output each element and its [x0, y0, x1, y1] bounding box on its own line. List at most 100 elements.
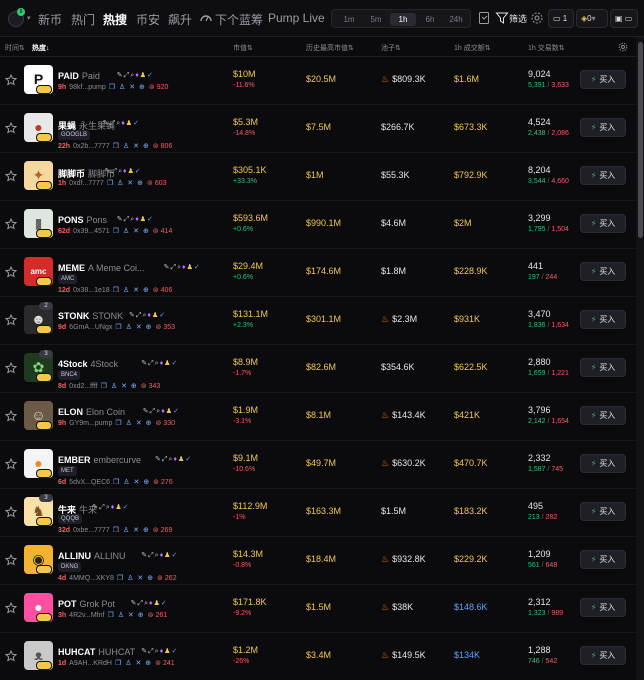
social-icons[interactable]: ❐ ♙ ✕ ⊕ ⊚ — [115, 324, 162, 331]
token-tool-icons[interactable]: ✎⤢⌕♦♟✓ — [117, 215, 154, 224]
contract-address[interactable]: A9AH...KRdH — [69, 660, 112, 667]
table-row[interactable]: ᴥ HUHCAT HUHCAT ✎⤢⌕♦♟✓ 1d A9AH...KRdH ❐ ♙ ✕… — [0, 633, 636, 680]
balance-pill[interactable]: ◈0▾ — [576, 9, 608, 28]
gear-icon[interactable] — [530, 11, 544, 25]
contract-address[interactable]: 5dvX...QEC6 — [69, 479, 110, 486]
chevron-down-icon[interactable]: ▾ — [27, 14, 31, 22]
token-symbol[interactable]: PAID Paid — [58, 71, 100, 81]
ticker-tag[interactable]: MET — [58, 466, 77, 476]
header-1h-txs[interactable]: 1h 交易数⇅ — [528, 43, 565, 53]
star-icon[interactable] — [5, 122, 17, 134]
ticker-tag[interactable]: DKNG — [58, 562, 82, 572]
star-icon[interactable] — [5, 458, 17, 470]
star-icon[interactable] — [5, 602, 17, 614]
filter-icon[interactable] — [495, 11, 509, 25]
social-icons[interactable]: ❐ ♙ ✕ ⊕ ⊚ — [113, 143, 160, 150]
header-hot[interactable]: 热度↓ — [32, 43, 50, 53]
tab-pump-live[interactable]: Pump Live — [268, 11, 325, 25]
timeframe-1h[interactable]: 1h — [390, 13, 416, 26]
buy-button[interactable]: ⚡ 买入 — [580, 598, 626, 617]
table-row[interactable]: ✦ 脚脚币 脚脚币 ✎⤢⌕♦♟✓ 1h 0xdf...7777 ❐ ♙ ✕ ⊕ ⊚60… — [0, 153, 636, 201]
social-icons[interactable]: ❐ ♙ ✕ ⊕ ⊚ — [113, 228, 160, 235]
buy-button[interactable]: ⚡ 买入 — [580, 550, 626, 569]
token-tool-icons[interactable]: ✎⤢⌕♦♟✓ — [129, 311, 166, 320]
table-row[interactable]: ☻ 2 STONK STONK ✎⤢⌕♦♟✓ 9d 6GmA...UNgx ❐ ♙ ✕… — [0, 297, 636, 345]
star-icon[interactable] — [5, 362, 17, 374]
ticker-tag[interactable]: QQQB — [58, 514, 83, 524]
token-tool-icons[interactable]: ✎⤢⌕♦♟✓ — [141, 359, 178, 368]
token-symbol[interactable]: 4Stock 4Stock — [58, 359, 118, 369]
token-tool-icons[interactable]: ✎⤢⌕♦♟✓ — [141, 647, 178, 656]
contract-address[interactable]: 0x38...1e18 — [73, 287, 110, 294]
star-icon[interactable] — [5, 218, 17, 230]
token-tool-icons[interactable]: ✎⤢⌕♦♟✓ — [103, 119, 140, 128]
social-icons[interactable]: ❐ ♙ ✕ ⊕ ⊚ — [109, 84, 156, 91]
filter-label[interactable]: 筛选 — [509, 12, 527, 25]
timeframe-5m[interactable]: 5m — [363, 13, 389, 26]
table-row[interactable]: ▮ PONS Pons ✎⤢⌕♦♟✓ 62d 0x39...4571 ❐ ♙ ✕ ⊕ … — [0, 201, 636, 249]
token-tool-icons[interactable]: ✎⤢⌕♦♟✓ — [164, 263, 201, 272]
social-icons[interactable]: ❐ ♙ ✕ ⊕ ⊚ — [107, 180, 154, 187]
table-row[interactable]: ● POT Grok Pot ✎⤢⌕♦♟✓ 3h 4R2v...Mfnf ❐ ♙ ✕ … — [0, 585, 636, 633]
ticker-tag[interactable]: BNC4 — [58, 370, 81, 380]
header-ath-market-cap[interactable]: 历史最高市值⇅ — [306, 43, 354, 53]
contract-address[interactable]: 0xdf...7777 — [69, 180, 104, 187]
header-1h-volume[interactable]: 1h 成交额⇅ — [454, 43, 491, 53]
tab-new-coins[interactable]: 新币 — [38, 11, 62, 28]
social-icons[interactable]: ❐ ♙ ✕ ⊕ ⊚ — [113, 479, 160, 486]
contract-address[interactable]: 0xd2...ffff — [69, 383, 97, 390]
buy-button[interactable]: ⚡ 买入 — [580, 166, 626, 185]
buy-button[interactable]: ⚡ 买入 — [580, 358, 626, 377]
ticker-tag[interactable]: AMC — [58, 274, 78, 284]
table-row[interactable]: ♞ 3 牛来 牛来 ✎⤢⌕♦♟✓ QQQB 32d 0xbe...7777 ❐ ♙ ✕… — [0, 489, 636, 537]
social-icons[interactable]: ❐ ♙ ✕ ⊕ ⊚ — [113, 527, 160, 534]
social-icons[interactable]: ❐ ♙ ✕ ⊕ ⊚ — [107, 612, 154, 619]
tab-hot-search[interactable]: 热搜 — [103, 11, 127, 28]
ticker-tag[interactable]: GOOGLB — [58, 130, 91, 140]
social-icons[interactable]: ❐ ♙ ✕ ⊕ ⊚ — [113, 287, 160, 294]
social-icons[interactable]: ❐ ♙ ✕ ⊕ ⊚ — [117, 575, 164, 582]
buy-button[interactable]: ⚡ 买入 — [580, 310, 626, 329]
table-row[interactable]: ◉ ALLINU ALLINU ✎⤢⌕♦♟✓ DKNG 4d 4MMQ...XKY8… — [0, 537, 636, 585]
header-pool[interactable]: 池子⇅ — [381, 43, 401, 53]
bookmark-icon[interactable] — [477, 11, 491, 25]
tab-next-bluechip[interactable]: 下个蓝筹 — [215, 11, 263, 28]
table-row[interactable]: ● EMBER embercurve ✎⤢⌕♦♟✓ MET 6d 5dvX...QE… — [0, 441, 636, 489]
token-symbol[interactable]: EMBER embercurve — [58, 455, 141, 465]
social-icons[interactable]: ❐ ♙ ✕ ⊕ ⊚ — [101, 383, 148, 390]
buy-button[interactable]: ⚡ 买入 — [580, 118, 626, 137]
table-row[interactable]: ☺ ELON Elon Coin ✎⤢⌕♦♟✓ 9h GY9m...pump ❐ ♙ … — [0, 393, 636, 441]
layout-toggle[interactable]: ▣ ▭ — [610, 9, 638, 28]
wallet-count-pill[interactable]: ▭ 1 — [548, 9, 574, 28]
timeframe-1m[interactable]: 1m — [336, 13, 362, 26]
token-symbol[interactable]: HUHCAT HUHCAT — [58, 647, 135, 657]
token-symbol[interactable]: POT Grok Pot — [58, 599, 115, 609]
token-tool-icons[interactable]: ✎⤢⌕♦♟✓ — [141, 551, 178, 560]
buy-button[interactable]: ⚡ 买入 — [580, 454, 626, 473]
header-market-cap[interactable]: 市值⇅ — [233, 43, 253, 53]
star-icon[interactable] — [5, 266, 17, 278]
token-symbol[interactable]: ALLINU ALLINU — [58, 551, 126, 561]
star-icon[interactable] — [5, 314, 17, 326]
contract-address[interactable]: 0xbe...7777 — [73, 527, 110, 534]
token-symbol[interactable]: ELON Elon Coin — [58, 407, 125, 417]
star-icon[interactable] — [5, 170, 17, 182]
table-row[interactable]: ✿ 3 4Stock 4Stock ✎⤢⌕♦♟✓ BNC4 8d 0xd2...ff… — [0, 345, 636, 393]
timeframe-24h[interactable]: 24h — [443, 13, 469, 26]
table-row[interactable]: amc MEME A Meme Coi... ✎⤢⌕♦♟✓ AMC 12d 0x38… — [0, 249, 636, 297]
scrollbar-thumb[interactable] — [638, 42, 643, 238]
star-icon[interactable] — [5, 506, 17, 518]
contract-address[interactable]: GY9m...pump — [69, 420, 112, 427]
buy-button[interactable]: ⚡ 买入 — [580, 406, 626, 425]
timeframe-6h[interactable]: 6h — [417, 13, 443, 26]
tab-soaring[interactable]: 飙升 — [168, 11, 192, 28]
token-symbol[interactable]: STONK STONK — [58, 311, 123, 321]
token-tool-icons[interactable]: ✎⤢⌕♦♟✓ — [131, 599, 168, 608]
token-tool-icons[interactable]: ✎⤢⌕♦♟✓ — [117, 71, 154, 80]
buy-button[interactable]: ⚡ 买入 — [580, 214, 626, 233]
tab-trending[interactable]: 热门 — [71, 11, 95, 28]
contract-address[interactable]: 4R2v...Mfnf — [69, 612, 104, 619]
contract-address[interactable]: 0x2b...7777 — [73, 143, 110, 150]
gear-icon[interactable] — [618, 42, 628, 52]
table-row[interactable]: P PAID Paid ✎⤢⌕♦♟✓ 9h 98kf...pump ❐ ♙ ✕ ⊕ ⊚… — [0, 57, 636, 105]
